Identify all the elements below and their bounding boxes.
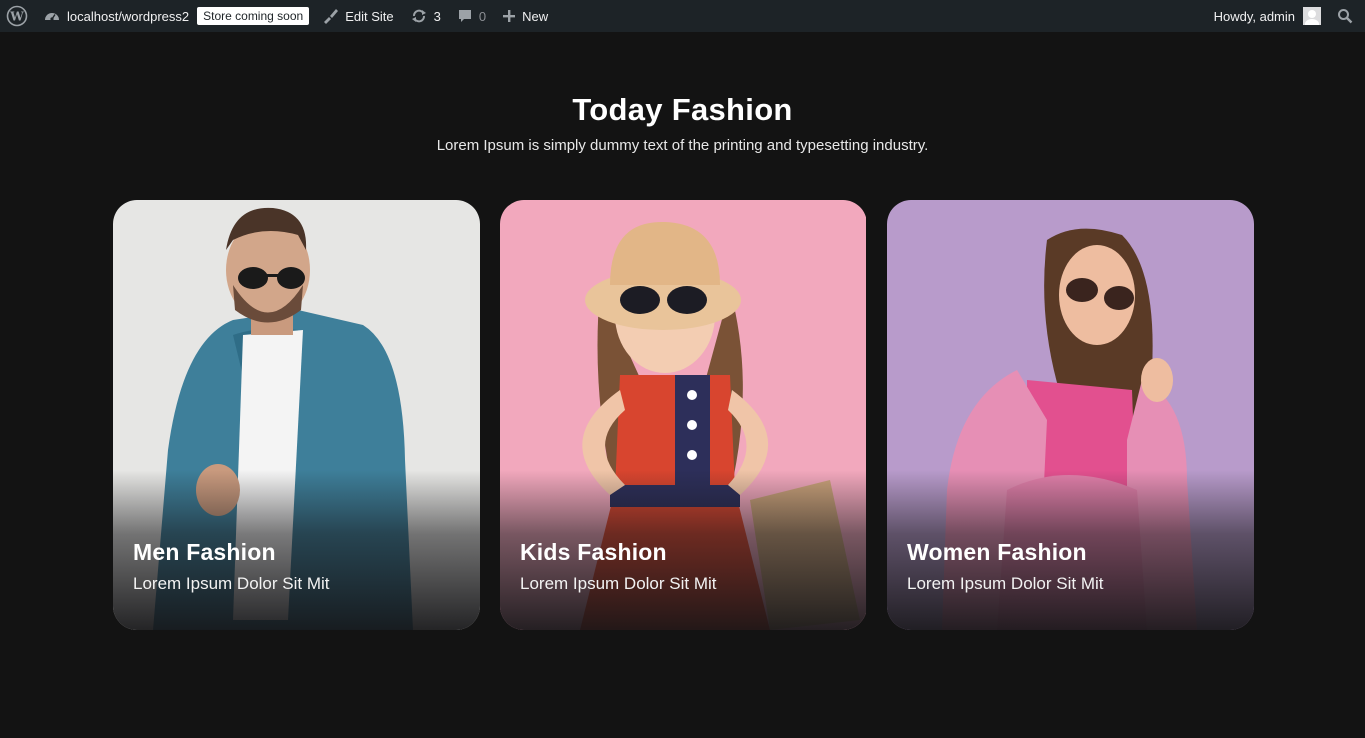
site-url: localhost/wordpress2 xyxy=(67,8,190,24)
comments-link[interactable]: 0 xyxy=(449,0,494,32)
admin-bar-right: Howdy, admin xyxy=(1206,0,1365,32)
card-title: Men Fashion xyxy=(133,539,276,565)
edit-site-label: Edit Site xyxy=(345,8,394,24)
card-caption: Women Fashion Lorem Ipsum Dolor Sit Mit xyxy=(907,539,1104,594)
card-subtitle: Lorem Ipsum Dolor Sit Mit xyxy=(520,574,717,593)
card-caption: Men Fashion Lorem Ipsum Dolor Sit Mit xyxy=(133,539,330,594)
card-title: Women Fashion xyxy=(907,539,1087,565)
card-subtitle: Lorem Ipsum Dolor Sit Mit xyxy=(133,574,330,593)
site-name-link[interactable]: localhost/wordpress2 xyxy=(35,0,197,32)
new-content-link[interactable]: New xyxy=(494,0,556,32)
section-header: Today Fashion Lorem Ipsum is simply dumm… xyxy=(0,92,1365,154)
search-icon xyxy=(1337,8,1353,24)
updates-count: 3 xyxy=(433,8,441,24)
my-account-link[interactable]: Howdy, admin xyxy=(1206,0,1329,32)
search-button[interactable] xyxy=(1329,0,1365,32)
wordpress-logo-icon[interactable]: W xyxy=(0,0,35,32)
card-title: Kids Fashion xyxy=(520,539,667,565)
card-kids-fashion[interactable]: Kids Fashion Lorem Ipsum Dolor Sit Mit xyxy=(500,200,867,630)
card-men-fashion[interactable]: Men Fashion Lorem Ipsum Dolor Sit Mit xyxy=(113,200,480,630)
card-women-fashion[interactable]: Women Fashion Lorem Ipsum Dolor Sit Mit xyxy=(887,200,1254,630)
comments-count: 0 xyxy=(478,8,487,24)
edit-site-link[interactable]: Edit Site xyxy=(313,0,401,32)
comment-icon xyxy=(457,8,473,24)
admin-bar: W localhost/wordpress2 Store coming soon xyxy=(0,0,1365,32)
updates-icon xyxy=(410,7,428,25)
section-title: Today Fashion xyxy=(572,92,793,127)
admin-bar-left: W localhost/wordpress2 Store coming soon xyxy=(0,0,556,32)
updates-link[interactable]: 3 xyxy=(402,0,449,32)
new-label: New xyxy=(522,8,549,24)
brush-icon xyxy=(321,7,339,25)
avatar xyxy=(1303,7,1321,25)
store-status-badge[interactable]: Store coming soon xyxy=(197,7,310,25)
plus-icon xyxy=(502,9,516,23)
svg-text:W: W xyxy=(9,10,24,24)
card-subtitle: Lorem Ipsum Dolor Sit Mit xyxy=(907,574,1104,593)
howdy-text: Howdy, admin xyxy=(1213,8,1295,24)
fashion-cards: Men Fashion Lorem Ipsum Dolor Sit Mit Ki… xyxy=(113,200,1254,630)
card-caption: Kids Fashion Lorem Ipsum Dolor Sit Mit xyxy=(520,539,717,594)
dashboard-icon xyxy=(43,7,61,25)
section-subtitle: Lorem Ipsum is simply dummy text of the … xyxy=(436,137,929,154)
